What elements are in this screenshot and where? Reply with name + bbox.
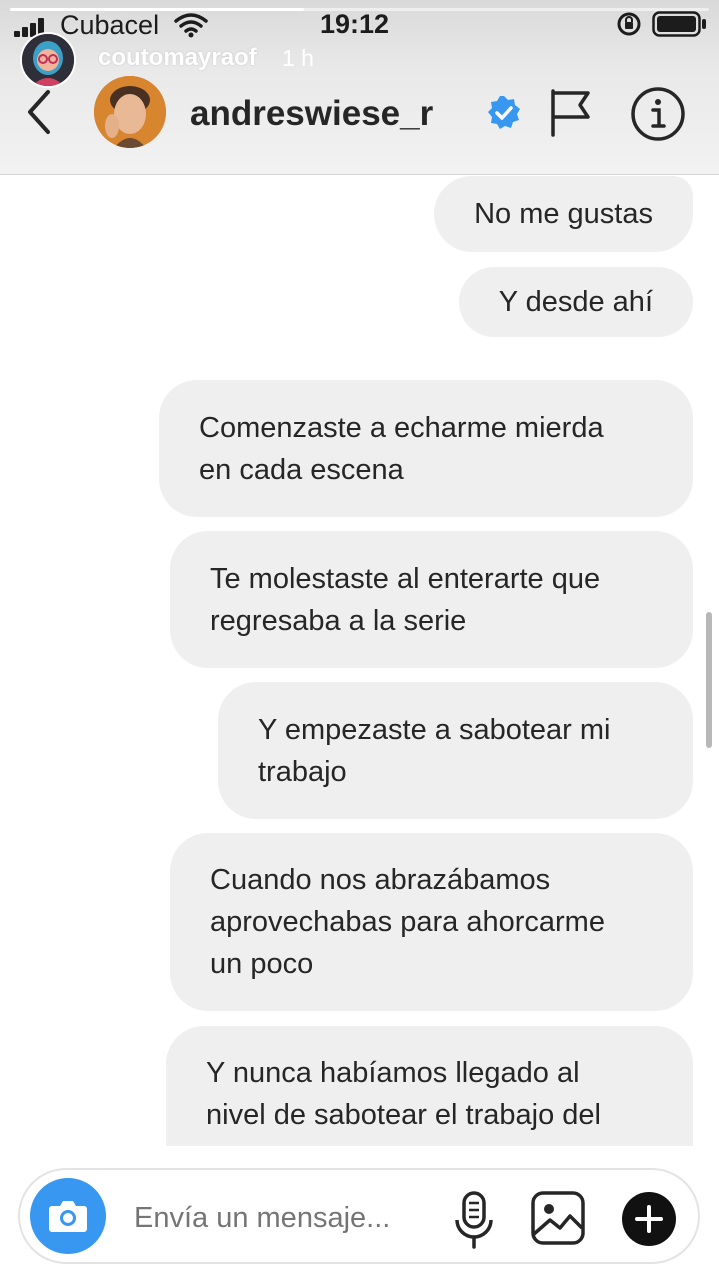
carrier-name: Cubacel xyxy=(60,10,160,40)
mic-icon[interactable] xyxy=(452,1190,496,1250)
verified-badge-icon xyxy=(488,96,520,129)
message-text: Te molestaste al enterarte que regresaba… xyxy=(210,562,601,637)
contact-username[interactable]: andreswiese_r xyxy=(190,94,433,134)
message-bubble[interactable]: Y desde ahí xyxy=(458,267,693,337)
message-text: No me gustas xyxy=(474,198,653,230)
back-icon[interactable] xyxy=(20,88,60,136)
message-text: Y nunca habíamos llegado al nivel de sab… xyxy=(206,1057,601,1131)
camera-button[interactable] xyxy=(30,1178,106,1254)
message-text: Y empezaste a sabotear mi trabajo xyxy=(258,713,611,788)
plus-icon xyxy=(635,1205,663,1233)
message-text: Cuando nos abrazábamos aprovechabas para… xyxy=(210,864,605,980)
battery-icon xyxy=(652,11,706,37)
scrollbar[interactable] xyxy=(706,612,712,748)
rotation-lock-icon xyxy=(617,12,641,36)
message-bubble[interactable]: Comenzaste a echarme mierda en cada esce… xyxy=(159,380,693,517)
message-bubble[interactable]: Cuando nos abrazábamos aprovechabas para… xyxy=(170,833,693,1011)
message-bubble[interactable]: Y empezaste a sabotear mi trabajo xyxy=(218,682,693,819)
story-avatar[interactable] xyxy=(20,32,76,88)
message-composer[interactable] xyxy=(18,1168,700,1264)
message-bubble[interactable]: Y nunca habíamos llegado al nivel de sab… xyxy=(166,1026,693,1146)
story-header: Cubacel 19:12 coutomayraof 1 h andreswie… xyxy=(0,0,719,175)
message-input[interactable] xyxy=(134,1198,434,1238)
story-username[interactable]: coutomayraof xyxy=(98,44,257,72)
composer-area xyxy=(0,1146,719,1272)
message-text: Y desde ahí xyxy=(498,286,653,318)
status-bar: Cubacel 19:12 xyxy=(0,0,719,50)
status-time: 19:12 xyxy=(320,9,390,39)
story-time-ago: 1 h xyxy=(282,45,314,71)
wifi-icon xyxy=(174,13,208,38)
plus-button[interactable] xyxy=(622,1192,676,1246)
message-bubble[interactable]: Te molestaste al enterarte que regresaba… xyxy=(170,531,693,668)
camera-icon xyxy=(49,1201,87,1232)
contact-avatar[interactable] xyxy=(94,76,166,148)
flag-icon[interactable] xyxy=(548,88,592,138)
info-icon[interactable] xyxy=(630,86,686,142)
message-thread[interactable]: No me gustas Y desde ahí Comenzaste a ec… xyxy=(0,176,719,1146)
gallery-icon[interactable] xyxy=(530,1190,586,1246)
message-bubble[interactable]: No me gustas xyxy=(434,176,693,252)
message-text: Comenzaste a echarme mierda en cada esce… xyxy=(199,411,604,486)
